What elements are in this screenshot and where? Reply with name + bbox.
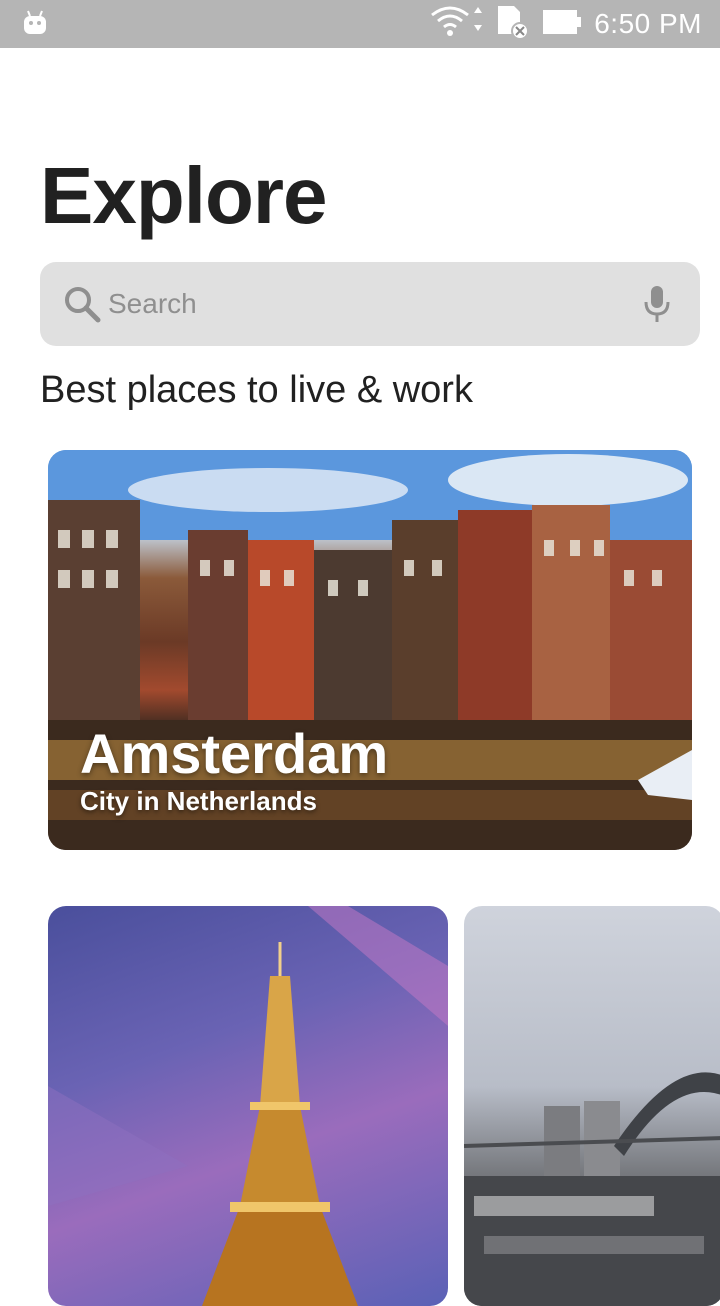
search-bar[interactable] <box>40 262 700 346</box>
paris-card[interactable] <box>48 906 448 1306</box>
card-subtitle: City in Netherlands <box>80 786 317 816</box>
android-icon <box>22 10 48 41</box>
battery-icon <box>542 7 582 42</box>
card-title: Amsterdam <box>80 722 389 785</box>
sydney-card[interactable] <box>464 906 720 1306</box>
search-input[interactable] <box>108 262 628 346</box>
wifi-icon <box>430 5 484 44</box>
search-icon <box>62 284 102 329</box>
amsterdam-card[interactable]: Amsterdam City in Netherlands <box>48 450 692 850</box>
page-title: Explore <box>40 151 327 240</box>
status-time: 6:50 PM <box>594 8 702 39</box>
section-title: Best places to live & work <box>40 369 473 411</box>
sydney-harbour-photo <box>464 1072 720 1306</box>
eiffel-tower-photo <box>48 906 448 1306</box>
sd-card-icon <box>496 4 530 45</box>
status-bar: 6:50 PM <box>0 0 720 48</box>
microphone-icon[interactable] <box>642 284 672 329</box>
